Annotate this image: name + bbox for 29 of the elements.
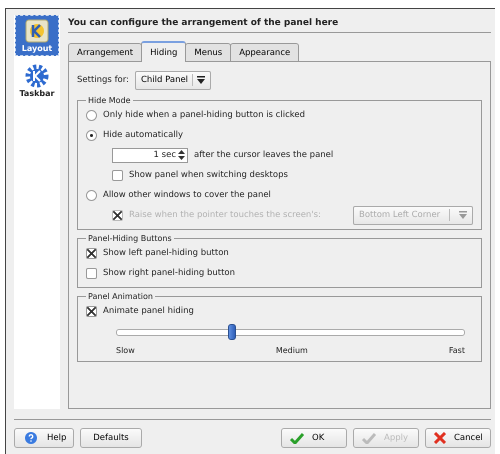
slider-tick-label: Slow [116, 346, 135, 355]
option-label: Hide automatically [103, 130, 184, 140]
checkbox-label: Show panel when switching desktops [129, 170, 288, 180]
tab[interactable]: Appearance [230, 43, 300, 61]
tab[interactable]: Menus [185, 43, 232, 61]
tab[interactable]: Hiding [141, 41, 186, 62]
sidebar-item[interactable]: Taskbar [15, 60, 59, 101]
group-title: Panel-Hiding Buttons [87, 234, 173, 243]
option-label: Only hide when a panel-hiding button is clicked [103, 110, 305, 120]
dialog-button[interactable]: OK [281, 428, 347, 448]
delay-spinbox[interactable]: 1 sec [112, 148, 188, 162]
checkbox-label: Show right panel-hiding button [103, 268, 235, 278]
dialog-button[interactable]: Cancel [425, 428, 491, 448]
sidebar-item[interactable]: Layout [15, 15, 59, 56]
panel-dropdown[interactable]: Child Panel [134, 70, 212, 90]
tab[interactable]: Arrangement [68, 43, 142, 61]
slider-tick-label: Fast [448, 346, 465, 355]
page-header: You can configure the arrangement of the panel here [68, 17, 340, 30]
option-label: Allow other windows to cover the panel [103, 190, 271, 200]
delay-label: after the cursor leaves the panel [194, 150, 334, 160]
dialog-button[interactable]: Help [14, 428, 74, 448]
group-title: Panel Animation [87, 292, 154, 301]
checkbox-label: Animate panel hiding [103, 306, 194, 316]
checkbox-label: Raise when the pointer touches the screen's: [129, 210, 321, 220]
slider-tick-label: Medium [276, 346, 308, 355]
dialog-button[interactable]: Defaults [80, 428, 142, 448]
group-title: Hide Mode [87, 96, 132, 105]
checkbox-label: Show left panel-hiding button [103, 248, 229, 258]
settings-label: Settings for: [77, 75, 129, 85]
